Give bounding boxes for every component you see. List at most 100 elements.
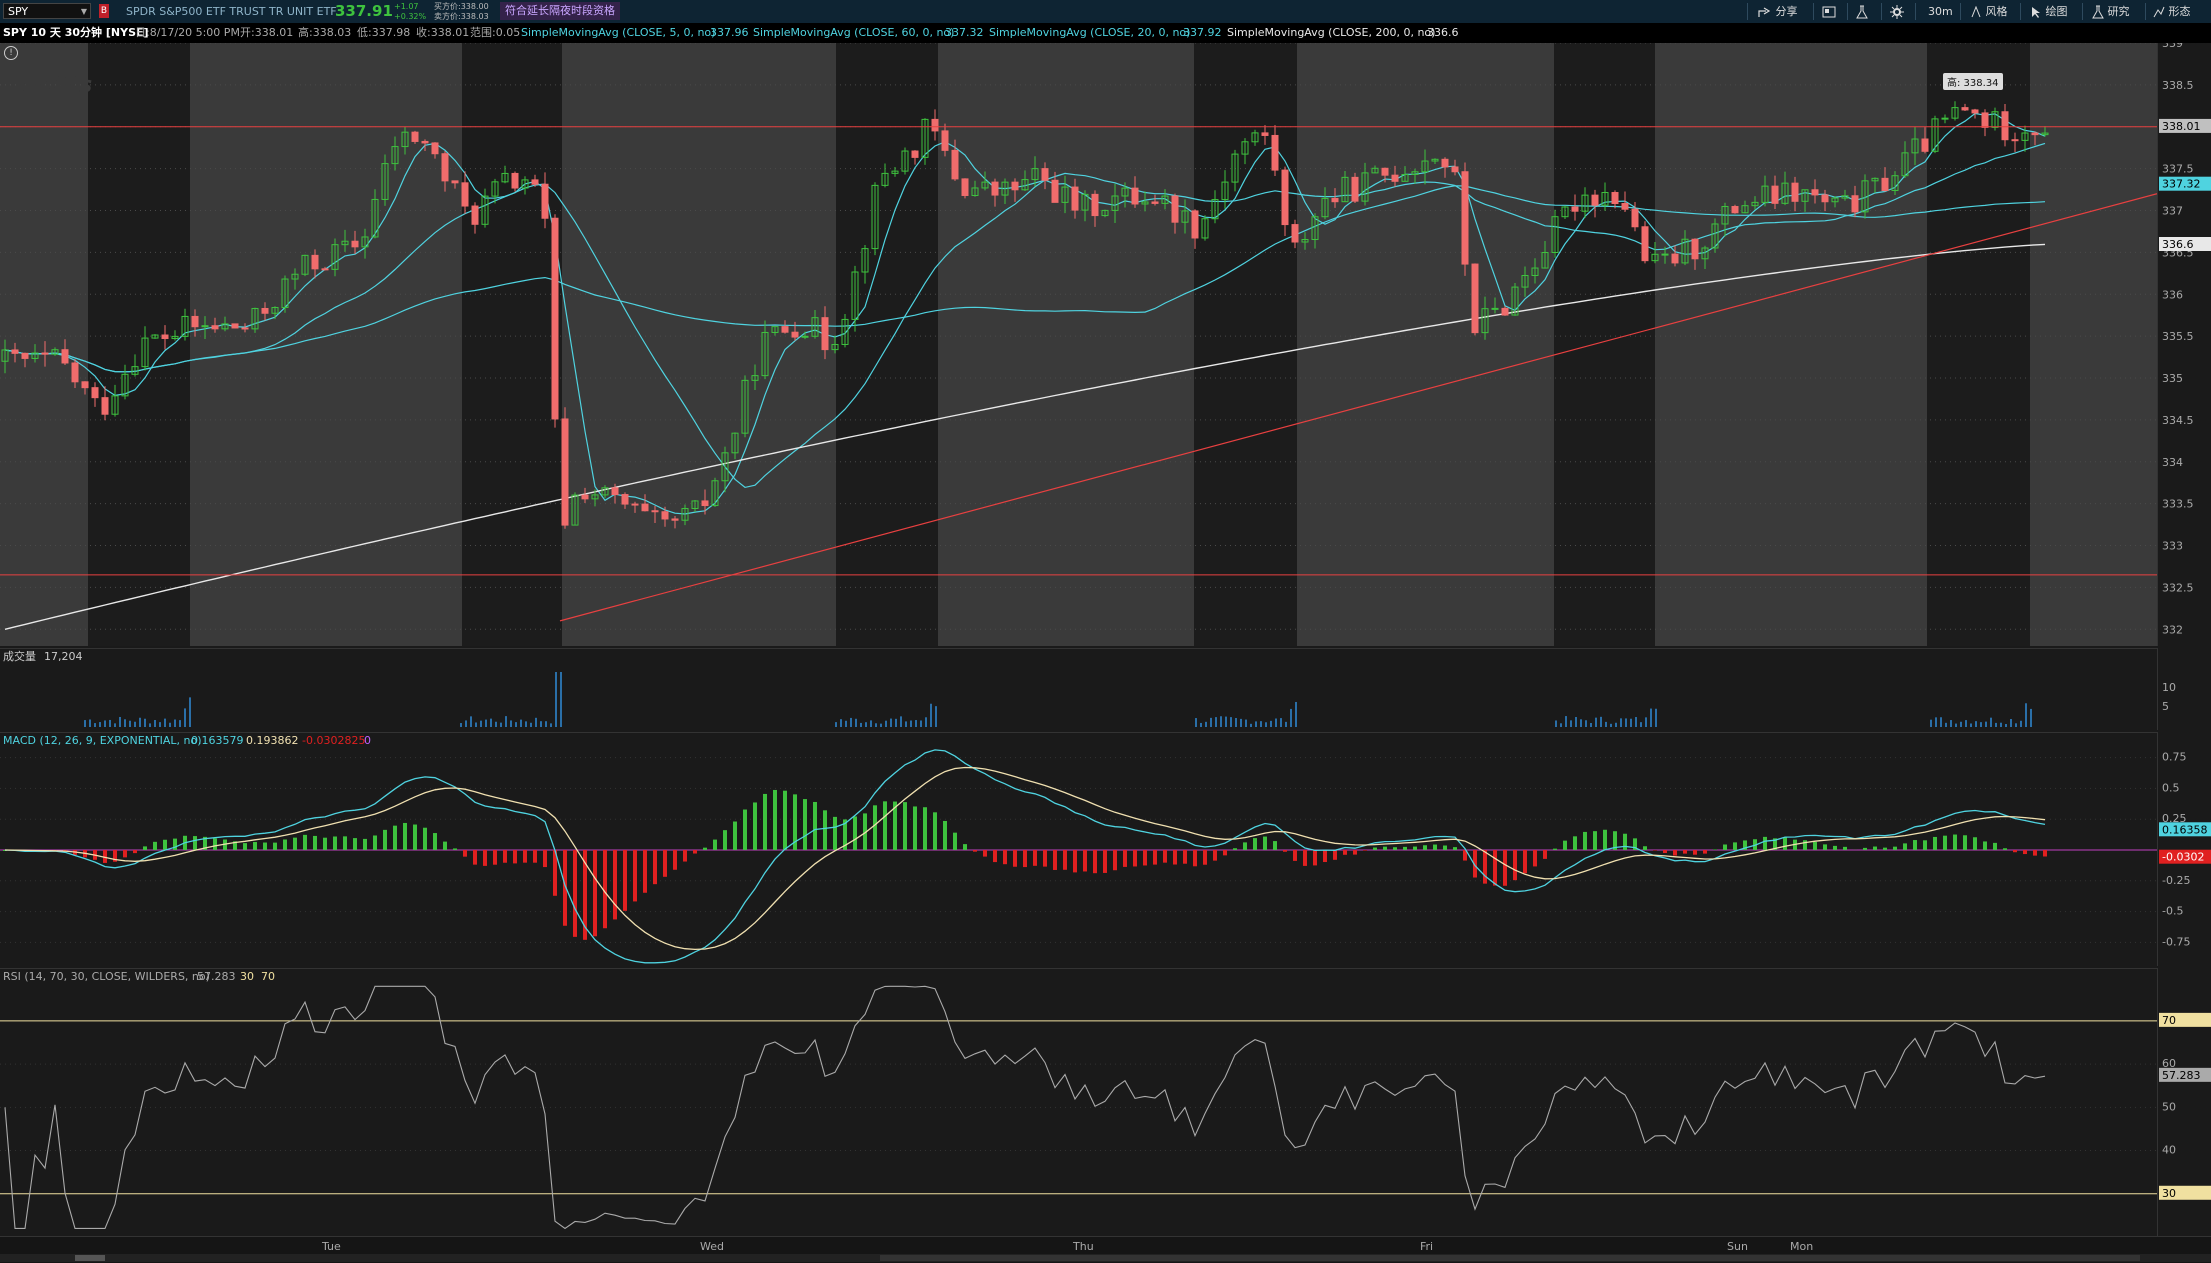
price-chart[interactable] xyxy=(0,43,2157,646)
share-button[interactable]: 分享 xyxy=(1758,0,1798,23)
candle-body xyxy=(1462,172,1468,264)
candle-body xyxy=(1852,196,1858,212)
gear-icon xyxy=(1890,5,1904,19)
horizontal-scrollbar[interactable] xyxy=(0,1254,2211,1262)
volume-bar xyxy=(1265,722,1267,727)
macd-hist-bar xyxy=(1903,843,1907,850)
flask-button[interactable] xyxy=(1856,0,1868,23)
drawing-button[interactable]: 绘图 xyxy=(2030,0,2068,23)
candle-body xyxy=(542,184,548,218)
volume-bar xyxy=(2030,709,2032,727)
rsi-value-tag: 57.283 xyxy=(2162,1069,2201,1082)
patterns-button[interactable]: 形态 xyxy=(2153,0,2191,23)
volume-bar xyxy=(880,724,882,727)
studies-label: 研究 xyxy=(2108,5,2130,18)
rsi-tick-label: 50 xyxy=(2162,1100,2176,1113)
toolbar-divider xyxy=(1847,3,1848,20)
volume-bar xyxy=(535,718,537,727)
macd-hist-bar xyxy=(1713,849,1717,850)
macd-hist-bar xyxy=(443,842,447,850)
volume-bar xyxy=(109,720,111,727)
volume-bar xyxy=(520,720,522,727)
candle-body xyxy=(792,332,798,337)
macd-hist-bar xyxy=(1443,846,1447,850)
candle-body xyxy=(1812,190,1818,195)
candle-body xyxy=(1622,204,1628,210)
candle-body xyxy=(232,324,238,328)
candle-body xyxy=(1672,254,1678,263)
macd-hist-bar xyxy=(1973,837,1977,850)
macd-hist-bar xyxy=(1123,850,1127,867)
studies-button[interactable]: 研究 xyxy=(2092,0,2130,23)
symbol-input[interactable]: SPY▼ xyxy=(3,3,91,19)
macd-hist-bar xyxy=(403,823,407,850)
volume-bar xyxy=(900,716,902,727)
candle-body xyxy=(1572,207,1578,211)
settings-button[interactable] xyxy=(1890,0,1904,23)
volume-panel[interactable]: 成交量 17,204 xyxy=(0,648,2157,731)
toolbar-divider xyxy=(1915,3,1916,20)
volume-bar xyxy=(154,720,156,727)
macd-hist-bar xyxy=(1493,850,1497,886)
price-axis[interactable]: 339338.5338337.5337336.5336335.5335334.5… xyxy=(2157,43,2211,646)
price-panel[interactable]: ! SPDRs 高: 338.34 xyxy=(0,43,2157,646)
style-button[interactable]: 风格 xyxy=(1970,0,2008,23)
volume-bar xyxy=(1995,723,1997,727)
candle-body xyxy=(1332,198,1338,201)
macd-hist-bar xyxy=(2013,850,2017,852)
candle-body xyxy=(1042,169,1048,181)
candle-body xyxy=(1262,133,1268,136)
price-tick-label: 333.5 xyxy=(2162,498,2194,511)
volume-bar xyxy=(1965,720,1967,727)
volume-bar xyxy=(1285,722,1287,727)
volume-bar xyxy=(2000,723,2002,727)
price-tick-label: 337.5 xyxy=(2162,163,2194,176)
volume-axis[interactable]: 105 xyxy=(2157,648,2211,730)
candle-body xyxy=(62,350,68,363)
macd-hist-bar xyxy=(1983,841,1987,850)
rsi-panel[interactable]: RSI (14, 70, 30, CLOSE, WILDERS, no) 57.… xyxy=(0,968,2157,1237)
macd-hist-bar xyxy=(1663,850,1667,853)
volume-bar xyxy=(850,718,852,727)
volume-bar xyxy=(1615,723,1617,727)
macd-hist-bar xyxy=(1893,847,1897,850)
volume-bar xyxy=(860,723,862,727)
bar-close: 收:338.01 xyxy=(416,23,469,43)
volume-bar xyxy=(1990,718,1992,727)
rsi-axis[interactable]: 706050403057.283 xyxy=(2157,968,2211,1236)
interval-selector[interactable]: 30m xyxy=(1928,0,1953,23)
scrollbar-track[interactable] xyxy=(880,1255,2140,1261)
volume-bar xyxy=(1930,720,1932,727)
macd-hist-bar xyxy=(1933,837,1937,850)
candle-body xyxy=(2002,112,2008,140)
rsi-background xyxy=(0,969,2157,1237)
grid-layout-button[interactable] xyxy=(1822,0,1836,23)
sma5-label: SimpleMovingAvg (CLOSE, 5, 0, no) xyxy=(521,23,715,43)
candle-body xyxy=(1942,118,1948,119)
flask-icon xyxy=(2092,5,2104,19)
macd-diff-tag: -0.0302 xyxy=(2162,851,2204,864)
sma200-value: 336.6 xyxy=(1427,23,1459,43)
macd-hist-bar xyxy=(623,850,627,911)
candle-body xyxy=(1272,135,1278,170)
macd-axis[interactable]: 0.750.50.25-0.25-0.5-0.750.16358-0.0302 xyxy=(2157,732,2211,966)
volume-bar xyxy=(1975,721,1977,727)
scrollbar-thumb[interactable] xyxy=(75,1255,105,1261)
candle-body xyxy=(1352,177,1358,201)
price-tick-label: 338.5 xyxy=(2162,79,2194,92)
volume-bar xyxy=(1985,722,1987,727)
volume-bar xyxy=(480,721,482,727)
sma20-value: 337.92 xyxy=(1183,23,1222,43)
macd-hist-bar xyxy=(1193,850,1197,866)
candle-body xyxy=(472,206,478,224)
candle-body xyxy=(642,504,648,511)
symbol-text: SPY xyxy=(8,5,28,18)
macd-hist-bar xyxy=(1023,850,1027,867)
candle-body xyxy=(1472,264,1478,333)
candle-body xyxy=(1452,167,1458,172)
macd-panel[interactable]: MACD (12, 26, 9, EXPONENTIAL, no) 0.1635… xyxy=(0,732,2157,967)
volume-bar xyxy=(875,723,877,727)
info-icon[interactable]: ! xyxy=(4,46,18,60)
volume-bar xyxy=(515,722,517,727)
price-tick-label: 332.5 xyxy=(2162,581,2194,594)
